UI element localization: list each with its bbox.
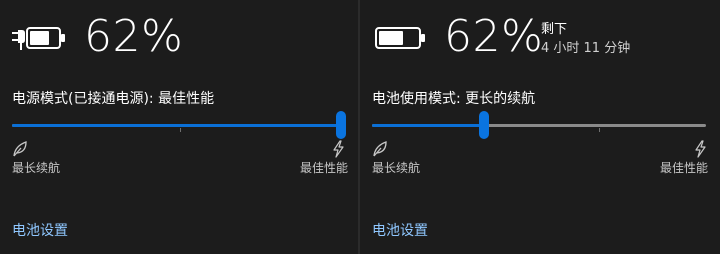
slider-tick bbox=[599, 128, 600, 132]
remaining-label: 剩下 bbox=[541, 22, 568, 37]
slider-thumb[interactable] bbox=[336, 111, 346, 139]
leaf-icon bbox=[13, 141, 27, 157]
battery-percentage: 62% bbox=[444, 11, 544, 62]
battery-mode-slider[interactable] bbox=[372, 110, 706, 140]
leaf-icon bbox=[373, 141, 387, 157]
lightning-icon bbox=[695, 140, 706, 158]
slider-min-label: 最长续航 bbox=[372, 161, 421, 175]
slider-max-label: 最佳性能 bbox=[660, 161, 709, 175]
lightning-icon bbox=[333, 140, 344, 158]
battery-flyout-plugged-in: 62% 电源模式(已接通电源): 最佳性能 最长续航 最佳性能 电池设置 bbox=[0, 0, 358, 254]
slider-min-label: 最长续航 bbox=[12, 161, 61, 175]
battery-settings-link[interactable]: 电池设置 bbox=[12, 220, 68, 240]
battery-icon bbox=[375, 27, 425, 49]
battery-charging-icon bbox=[12, 27, 65, 50]
slider-max-label: 最佳性能 bbox=[300, 161, 349, 175]
slider-fill bbox=[372, 124, 484, 127]
slider-fill bbox=[12, 124, 341, 127]
battery-flyout-on-battery: 62% 剩下 4 小时 11 分钟 电池使用模式: 更长的续航 最长续航 最佳性… bbox=[360, 0, 720, 254]
power-mode-label: 电源模式(已接通电源): 最佳性能 bbox=[12, 91, 215, 107]
slider-thumb[interactable] bbox=[479, 111, 489, 139]
battery-percentage: 62% bbox=[84, 11, 184, 62]
battery-settings-link[interactable]: 电池设置 bbox=[372, 220, 428, 240]
battery-flyouts: 62% 电源模式(已接通电源): 最佳性能 最长续航 最佳性能 电池设置 62%… bbox=[0, 0, 720, 254]
power-mode-slider[interactable] bbox=[12, 110, 346, 140]
remaining-time: 4 小时 11 分钟 bbox=[541, 41, 631, 56]
battery-mode-label: 电池使用模式: 更长的续航 bbox=[372, 91, 536, 107]
slider-tick bbox=[180, 128, 181, 132]
